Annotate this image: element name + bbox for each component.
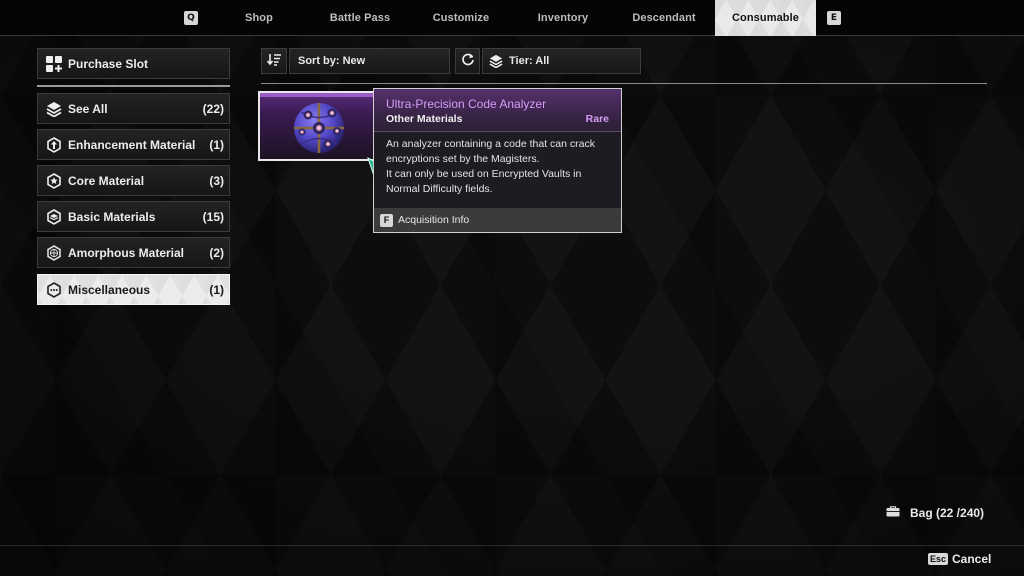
sidebar-item-amorphous-material[interactable]: Amorphous Material (2) <box>37 237 230 268</box>
tab-shop[interactable]: Shop <box>220 0 298 36</box>
tab-inventory[interactable]: Inventory <box>522 0 604 36</box>
sidebar-item-basic-materials[interactable]: Basic Materials (15) <box>37 201 230 232</box>
rarity-bar <box>260 93 376 97</box>
acquisition-info-label: Acquisition Info <box>398 214 470 226</box>
sort-descending-icon <box>266 53 281 69</box>
tier-filter-dropdown[interactable]: Tier: All <box>482 48 641 74</box>
sidebar-item-enhancement-material[interactable]: Enhancement Material (1) <box>37 129 230 160</box>
content-divider <box>261 83 987 84</box>
sidebar-item-label: Miscellaneous <box>68 282 151 297</box>
tab-descendant[interactable]: Descendant <box>622 0 706 36</box>
refresh-icon <box>461 53 475 70</box>
footer-divider <box>0 545 1024 546</box>
acquisition-key-hint: F <box>380 213 393 227</box>
tier-label: Tier: All <box>509 55 550 67</box>
sidebar-item-label: See All <box>68 101 108 116</box>
dots-hexagon-icon <box>45 281 63 299</box>
next-tab-key-hint[interactable]: E <box>827 11 841 25</box>
item-tooltip: Ultra-Precision Code Analyzer Other Mate… <box>373 88 622 233</box>
top-navigation: Q Shop Battle Pass Customize Inventory D… <box>0 0 1024 36</box>
sort-order-button[interactable] <box>261 48 287 74</box>
purchase-slot-button[interactable]: Purchase Slot <box>37 48 230 79</box>
description-line: It can only be used on Encrypted Vaults … <box>386 168 582 180</box>
sidebar-item-see-all[interactable]: See All (22) <box>37 93 230 124</box>
item-description: An analyzer containing a code that can c… <box>386 137 616 197</box>
description-line: encryptions set by the Magisters. <box>386 153 540 165</box>
tab-customize[interactable]: Customize <box>420 0 502 36</box>
sort-dropdown[interactable]: Sort by: New <box>289 48 450 74</box>
sidebar-item-count: (22) <box>202 101 224 116</box>
sidebar-item-count: (1) <box>209 137 224 152</box>
tab-battle-pass[interactable]: Battle Pass <box>315 0 405 36</box>
prev-tab-key-hint[interactable]: Q <box>184 11 198 25</box>
item-name: Ultra-Precision Code Analyzer <box>386 97 547 111</box>
sidebar-item-core-material[interactable]: Core Material (3) <box>37 165 230 196</box>
sidebar-item-miscellaneous[interactable]: Miscellaneous (1) <box>37 274 230 305</box>
refresh-button[interactable] <box>455 48 480 74</box>
item-rarity: Rare <box>585 113 609 125</box>
layers-icon <box>489 54 503 68</box>
sidebar-item-count: (3) <box>209 173 224 188</box>
tooltip-header: Ultra-Precision Code Analyzer Other Mate… <box>374 89 621 132</box>
sidebar-item-label: Basic Materials <box>68 209 156 224</box>
esc-key-hint: Esc <box>928 553 949 565</box>
code-analyzer-item-icon <box>294 103 344 153</box>
sidebar-item-label: Enhancement Material <box>68 137 196 152</box>
bag-capacity-label: Bag (22 /240) <box>910 506 985 520</box>
sidebar-divider <box>37 85 230 87</box>
star-hexagon-icon <box>45 172 63 190</box>
sort-label: Sort by: New <box>298 55 366 67</box>
layers-icon <box>45 100 63 118</box>
item-category: Other Materials <box>386 113 463 125</box>
globe-hexagon-icon <box>45 244 63 262</box>
sidebar-item-label: Amorphous Material <box>68 245 185 260</box>
upgrade-arrow-icon <box>45 136 63 154</box>
cancel-button[interactable]: Esc Cancel <box>928 552 991 566</box>
sidebar-item-count: (2) <box>209 245 224 260</box>
sidebar-item-label: Core Material <box>68 173 145 188</box>
item-slot-ultra-precision-code-analyzer[interactable] <box>258 91 378 161</box>
cancel-label: Cancel <box>952 552 992 566</box>
bag-capacity: Bag (22 /240) <box>886 506 984 520</box>
bag-icon <box>886 506 900 520</box>
description-line: Normal Difficulty fields. <box>386 183 493 195</box>
sidebar-item-count: (1) <box>209 282 224 297</box>
acquisition-info-button[interactable]: F Acquisition Info <box>374 208 621 232</box>
stack-hexagon-icon <box>45 208 63 226</box>
sidebar-item-count: (15) <box>202 209 224 224</box>
grid-plus-icon <box>45 55 63 73</box>
purchase-slot-label: Purchase Slot <box>68 56 149 71</box>
tab-consumable[interactable]: Consumable <box>715 0 816 36</box>
description-line: An analyzer containing a code that can c… <box>386 138 595 150</box>
